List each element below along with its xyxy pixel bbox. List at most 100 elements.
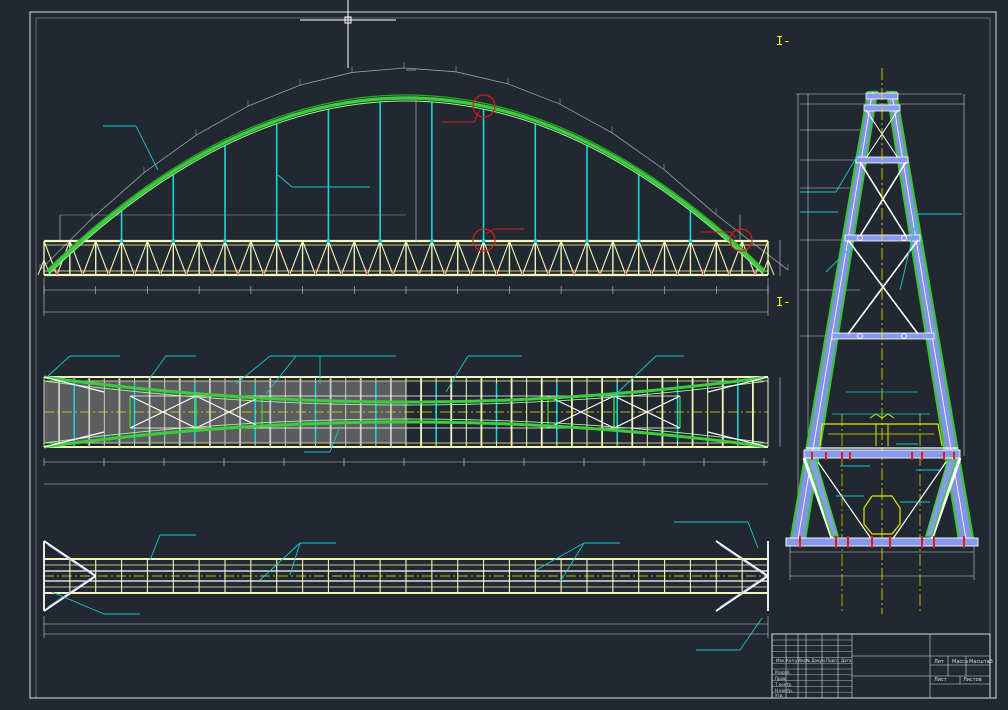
section-crossbeam xyxy=(831,332,935,340)
plan-view-upper-bracing xyxy=(43,355,781,485)
hanger-node xyxy=(533,239,538,243)
truss-diagonal xyxy=(289,240,304,276)
tb-col-lit: Лит xyxy=(934,659,944,665)
truss-diagonal xyxy=(82,240,97,276)
truss-diagonal xyxy=(457,240,472,276)
tb-hdr-data: Дата xyxy=(841,658,852,663)
section-mark-top: I- xyxy=(776,34,790,48)
cad-drawing-canvas[interactable]: I- I- Изм. Кол.уч Лист № Докум. Подп. Да… xyxy=(0,0,1008,710)
lower-leader xyxy=(149,534,161,561)
hanger-node xyxy=(171,239,176,243)
truss-diagonal xyxy=(444,240,459,276)
tb-col-masshtab: Масштаб xyxy=(969,659,993,665)
truss-diagonal xyxy=(573,240,588,276)
elevation-view xyxy=(37,62,789,316)
truss-diagonal xyxy=(702,240,717,276)
elevation-hangers xyxy=(119,96,693,243)
truss-diagonal xyxy=(470,240,485,276)
hanger-node xyxy=(481,239,486,243)
tb-role-4: Утв. xyxy=(775,693,783,698)
truss-diagonal xyxy=(612,240,627,276)
title-block-border xyxy=(771,633,991,699)
hanger-node xyxy=(223,239,227,243)
truss-diagonal xyxy=(276,240,291,276)
truss-diagonal xyxy=(664,240,679,276)
elevation-outer-arch-polyline xyxy=(39,62,789,271)
truss-diagonal xyxy=(250,240,265,276)
tb-role-0: Разраб. xyxy=(775,670,791,675)
section-floor-beam xyxy=(803,449,961,459)
hanger-node xyxy=(326,239,331,243)
truss-diagonal xyxy=(108,240,123,276)
truss-diagonal xyxy=(599,240,614,276)
plan-leader xyxy=(235,355,271,385)
truss-diagonal xyxy=(521,240,536,276)
sheet-inner-frame xyxy=(35,17,991,699)
truss-diagonal xyxy=(198,240,213,276)
detail-callout-circle-icon xyxy=(472,94,753,252)
tb-hdr-doc: № Докум. xyxy=(806,658,826,663)
plan-leader xyxy=(47,355,71,377)
truss-diagonal xyxy=(302,240,317,276)
truss-diagonal xyxy=(638,240,653,276)
leader-hanger xyxy=(277,174,293,188)
truss-diagonal xyxy=(625,240,640,276)
truss-diagonal xyxy=(172,240,187,276)
truss-diagonal xyxy=(211,240,226,276)
truss-diagonal xyxy=(314,240,329,276)
lower-leader xyxy=(51,591,105,615)
truss-diagonal xyxy=(327,240,342,276)
truss-diagonal xyxy=(715,240,730,276)
title-block-grid xyxy=(771,633,991,699)
tb-sheet-label: Лист xyxy=(934,677,947,683)
tb-hdr-podp: Подп. xyxy=(826,658,838,663)
hanger-node xyxy=(119,239,124,243)
section-crossbeam xyxy=(844,234,921,242)
truss-diagonal xyxy=(95,240,110,276)
hanger-node xyxy=(274,239,279,243)
tb-sheets-label: Листов xyxy=(963,677,982,683)
truss-diagonal xyxy=(405,240,420,276)
tb-hdr-izm: Изм. xyxy=(776,658,785,663)
truss-diagonal xyxy=(224,240,239,276)
truss-diagonal xyxy=(651,240,666,276)
truss-diagonal xyxy=(379,240,394,276)
truss-diagonal xyxy=(146,240,161,276)
tb-role-2: Т.контр. xyxy=(774,682,792,687)
truss-diagonal xyxy=(237,240,252,276)
elevation-stiffening-truss xyxy=(37,239,775,277)
truss-diagonal xyxy=(353,240,368,276)
truss-diagonal xyxy=(133,240,148,276)
truss-diagonal xyxy=(121,240,136,276)
truss-diagonal xyxy=(534,240,549,276)
lower-leader xyxy=(535,542,585,571)
cross-section-view xyxy=(785,68,979,614)
truss-diagonal xyxy=(185,240,200,276)
truss-diagonal xyxy=(159,240,174,276)
truss-diagonal xyxy=(263,240,278,276)
plan-leader xyxy=(445,355,469,393)
title-block: Изм. Кол.уч Лист № Докум. Подп. Дата Раз… xyxy=(771,633,993,699)
truss-diagonal xyxy=(392,240,407,276)
hanger-node xyxy=(378,239,383,243)
tb-col-massa: Масса xyxy=(952,659,968,665)
lower-leader xyxy=(747,521,759,549)
truss-diagonal xyxy=(431,240,446,276)
hanger-node xyxy=(429,239,434,243)
truss-diagonal xyxy=(483,240,498,276)
truss-diagonal xyxy=(676,240,691,276)
cad-cursor-crosshair-icon xyxy=(300,0,396,68)
truss-diagonal xyxy=(495,240,510,276)
truss-diagonal xyxy=(418,240,433,276)
truss-diagonal xyxy=(560,240,575,276)
hanger-node xyxy=(688,239,693,243)
section-railing xyxy=(819,423,943,447)
truss-diagonal xyxy=(340,240,355,276)
section-bottom-chord xyxy=(785,537,979,547)
hanger-node xyxy=(636,239,641,243)
plan-leader xyxy=(149,355,167,379)
leader-arch xyxy=(135,125,159,171)
truss-diagonal xyxy=(586,240,601,276)
section-mark-bottom: I- xyxy=(776,295,790,309)
truss-diagonal xyxy=(547,240,562,276)
